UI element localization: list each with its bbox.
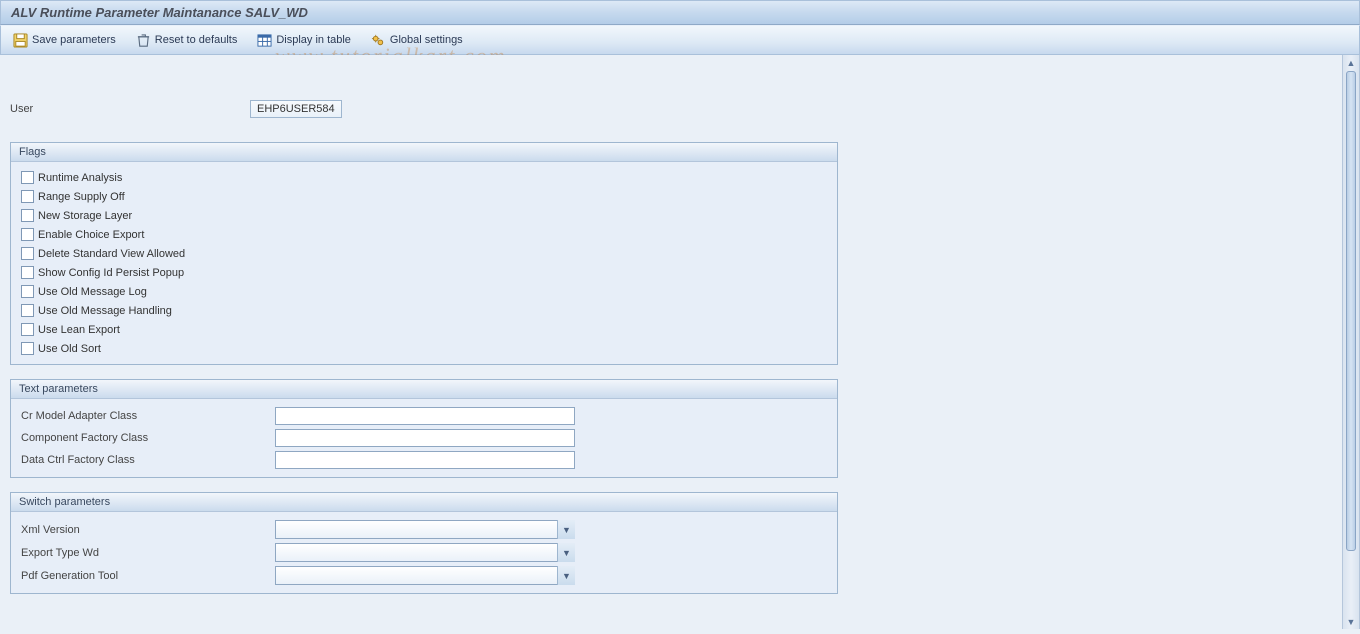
- save-button[interactable]: Save parameters: [9, 31, 120, 50]
- checkbox[interactable]: [21, 190, 34, 203]
- checkbox[interactable]: [21, 323, 34, 336]
- page-title: ALV Runtime Parameter Maintanance SALV_W…: [11, 5, 308, 20]
- flag-runtime-analysis[interactable]: Runtime Analysis: [21, 168, 827, 187]
- flag-delete-standard-view-allowed[interactable]: Delete Standard View Allowed: [21, 244, 827, 263]
- save-button-label: Save parameters: [32, 34, 116, 46]
- flags-group-header: Flags: [11, 143, 837, 162]
- flags-group: Flags Runtime Analysis Range Supply Off …: [10, 142, 838, 365]
- content-area: User EHP6USER584 Flags Runtime Analysis …: [0, 55, 1342, 629]
- export-type-wd-select[interactable]: [275, 543, 575, 562]
- checkbox-label: Enable Choice Export: [38, 229, 144, 241]
- cr-model-adapter-input[interactable]: [275, 407, 575, 425]
- display-table-button-label: Display in table: [276, 34, 351, 46]
- checkbox-label: Use Old Sort: [38, 343, 101, 355]
- param-label: Component Factory Class: [21, 432, 275, 444]
- param-label: Data Ctrl Factory Class: [21, 454, 275, 466]
- pdf-generation-tool-select[interactable]: [275, 566, 575, 585]
- save-icon: [13, 33, 28, 48]
- component-factory-input[interactable]: [275, 429, 575, 447]
- text-param-data-ctrl-factory: Data Ctrl Factory Class: [21, 449, 827, 471]
- scroll-down-arrow[interactable]: ▼: [1343, 614, 1359, 629]
- scroll-up-arrow[interactable]: ▲: [1343, 55, 1359, 70]
- switch-param-pdf-generation-tool: Pdf Generation Tool ▼: [21, 564, 827, 587]
- checkbox[interactable]: [21, 247, 34, 260]
- settings-icon: [371, 33, 386, 48]
- trash-icon: [136, 33, 151, 48]
- checkbox-label: Show Config Id Persist Popup: [38, 267, 184, 279]
- param-label: Xml Version: [21, 524, 275, 536]
- checkbox[interactable]: [21, 342, 34, 355]
- param-label: Pdf Generation Tool: [21, 570, 275, 582]
- user-label: User: [10, 103, 250, 115]
- flag-use-lean-export[interactable]: Use Lean Export: [21, 320, 827, 339]
- reset-button-label: Reset to defaults: [155, 34, 238, 46]
- checkbox[interactable]: [21, 171, 34, 184]
- param-label: Cr Model Adapter Class: [21, 410, 275, 422]
- checkbox-label: Use Lean Export: [38, 324, 120, 336]
- vertical-scrollbar[interactable]: ▲ ▼: [1342, 55, 1360, 629]
- checkbox[interactable]: [21, 209, 34, 222]
- checkbox-label: Runtime Analysis: [38, 172, 122, 184]
- switch-param-xml-version: Xml Version ▼: [21, 518, 827, 541]
- checkbox-label: Use Old Message Handling: [38, 305, 172, 317]
- checkbox-label: New Storage Layer: [38, 210, 132, 222]
- text-params-group: Text parameters Cr Model Adapter Class C…: [10, 379, 838, 478]
- text-params-group-body: Cr Model Adapter Class Component Factory…: [11, 399, 837, 477]
- global-settings-button-label: Global settings: [390, 34, 463, 46]
- checkbox[interactable]: [21, 304, 34, 317]
- flag-use-old-message-log[interactable]: Use Old Message Log: [21, 282, 827, 301]
- switch-param-export-type-wd: Export Type Wd ▼: [21, 541, 827, 564]
- title-bar: ALV Runtime Parameter Maintanance SALV_W…: [0, 0, 1360, 25]
- switch-params-group: Switch parameters Xml Version ▼ Export T…: [10, 492, 838, 594]
- xml-version-select[interactable]: [275, 520, 575, 539]
- flag-new-storage-layer[interactable]: New Storage Layer: [21, 206, 827, 225]
- checkbox[interactable]: [21, 285, 34, 298]
- checkbox-label: Range Supply Off: [38, 191, 125, 203]
- table-icon: [257, 33, 272, 48]
- text-params-group-header: Text parameters: [11, 380, 837, 399]
- flag-use-old-sort[interactable]: Use Old Sort: [21, 339, 827, 358]
- global-settings-button[interactable]: Global settings: [367, 31, 467, 50]
- flag-use-old-message-handling[interactable]: Use Old Message Handling: [21, 301, 827, 320]
- checkbox-label: Use Old Message Log: [38, 286, 147, 298]
- switch-params-group-header: Switch parameters: [11, 493, 837, 512]
- reset-button[interactable]: Reset to defaults: [132, 31, 242, 50]
- text-param-component-factory: Component Factory Class: [21, 427, 827, 449]
- user-field-row: User EHP6USER584: [10, 100, 1332, 118]
- switch-params-group-body: Xml Version ▼ Export Type Wd ▼ Pdf Gener…: [11, 512, 837, 593]
- data-ctrl-factory-input[interactable]: [275, 451, 575, 469]
- checkbox[interactable]: [21, 228, 34, 241]
- checkbox[interactable]: [21, 266, 34, 279]
- text-param-cr-model-adapter: Cr Model Adapter Class: [21, 405, 827, 427]
- display-table-button[interactable]: Display in table: [253, 31, 355, 50]
- user-value: EHP6USER584: [250, 100, 342, 118]
- flag-enable-choice-export[interactable]: Enable Choice Export: [21, 225, 827, 244]
- checkbox-label: Delete Standard View Allowed: [38, 248, 185, 260]
- param-label: Export Type Wd: [21, 547, 275, 559]
- flag-range-supply-off[interactable]: Range Supply Off: [21, 187, 827, 206]
- scroll-thumb[interactable]: [1346, 71, 1356, 551]
- flag-show-config-id-persist-popup[interactable]: Show Config Id Persist Popup: [21, 263, 827, 282]
- toolbar: Save parameters Reset to defaults Displa…: [0, 25, 1360, 55]
- flags-group-body: Runtime Analysis Range Supply Off New St…: [11, 162, 837, 364]
